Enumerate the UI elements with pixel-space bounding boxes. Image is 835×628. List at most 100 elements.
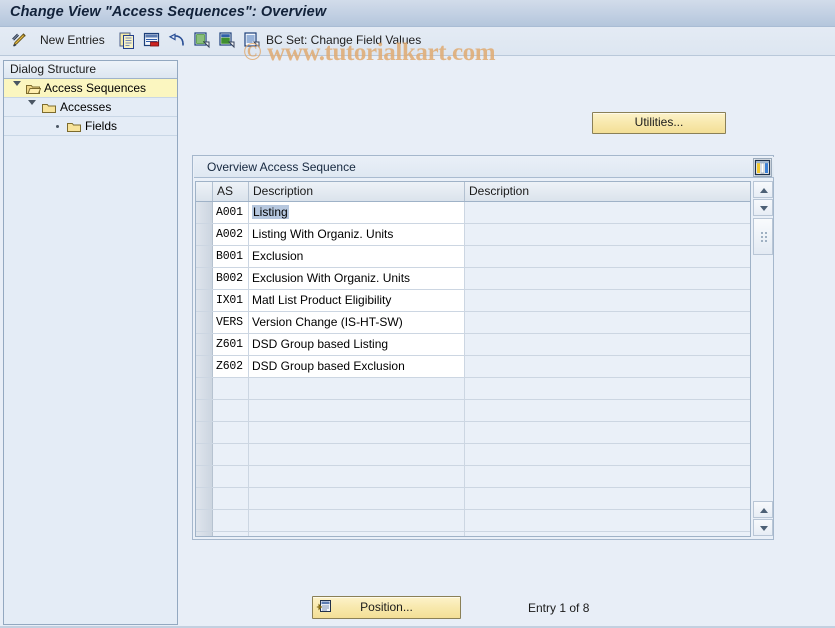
cell-as[interactable] <box>213 532 249 536</box>
table-row-empty[interactable] <box>196 510 750 532</box>
cell-description-1[interactable]: Listing <box>249 202 465 223</box>
cell-as[interactable]: IX01 <box>213 290 249 311</box>
cell-description-2[interactable] <box>465 202 750 223</box>
cell-description-2[interactable] <box>465 312 750 333</box>
undo-icon-button[interactable] <box>167 30 187 52</box>
cell-description-1[interactable] <box>249 466 465 487</box>
cell-description-2[interactable] <box>465 334 750 355</box>
bc-set-change-field-values-button[interactable]: BC Set: Change Field Values <box>266 33 421 47</box>
row-selector[interactable] <box>196 510 213 531</box>
cell-description-1[interactable]: Version Change (IS-HT-SW) <box>249 312 465 333</box>
cell-description-1[interactable]: Matl List Product Eligibility <box>249 290 465 311</box>
row-selector[interactable] <box>196 334 213 355</box>
new-entries-button[interactable]: New Entries <box>40 33 105 47</box>
row-selector[interactable] <box>196 378 213 399</box>
page-down-button[interactable] <box>753 519 773 536</box>
table-row[interactable]: A001 Listing <box>196 202 750 224</box>
table-row[interactable]: Z601 DSD Group based Listing <box>196 334 750 356</box>
cell-description-2[interactable] <box>465 268 750 289</box>
scroll-down-button[interactable] <box>753 199 773 216</box>
chevron-down-icon[interactable] <box>13 81 22 100</box>
table-row-empty[interactable] <box>196 422 750 444</box>
cell-description-1[interactable]: DSD Group based Exclusion <box>249 356 465 377</box>
row-selector[interactable] <box>196 356 213 377</box>
panel-splitter[interactable] <box>179 60 362 625</box>
cell-as[interactable] <box>213 488 249 509</box>
cell-description-1[interactable] <box>249 488 465 509</box>
column-header-as[interactable]: AS <box>213 182 249 201</box>
cell-description-1[interactable] <box>249 378 465 399</box>
table-row[interactable]: B002 Exclusion With Organiz. Units <box>196 268 750 290</box>
table-row[interactable]: Z602 DSD Group based Exclusion <box>196 356 750 378</box>
row-selector[interactable] <box>196 444 213 465</box>
row-selector[interactable] <box>196 224 213 245</box>
table-row[interactable]: A002 Listing With Organiz. Units <box>196 224 750 246</box>
row-select-header[interactable] <box>196 182 213 201</box>
cell-description-2[interactable] <box>465 356 750 377</box>
cell-description-1[interactable]: DSD Group based Listing <box>249 334 465 355</box>
table-row-empty[interactable] <box>196 378 750 400</box>
cell-as[interactable] <box>213 466 249 487</box>
cell-description-2[interactable] <box>465 488 750 509</box>
column-configuration-icon[interactable] <box>753 158 772 177</box>
cell-description-2[interactable] <box>465 400 750 421</box>
details-icon-button[interactable] <box>242 30 262 52</box>
table-row-empty[interactable] <box>196 466 750 488</box>
sidebar-item-fields[interactable]: Fields <box>4 117 177 136</box>
cell-as[interactable] <box>213 400 249 421</box>
position-button[interactable]: Position... <box>312 596 461 619</box>
cell-description-1[interactable] <box>249 444 465 465</box>
row-selector[interactable] <box>196 290 213 311</box>
display-change-button[interactable] <box>10 30 30 52</box>
cell-as[interactable] <box>213 444 249 465</box>
row-selector[interactable] <box>196 532 213 536</box>
column-header-description-1[interactable]: Description <box>249 182 465 201</box>
cell-description-2[interactable] <box>465 224 750 245</box>
row-selector[interactable] <box>196 246 213 267</box>
row-selector[interactable] <box>196 312 213 333</box>
table-vertical-scrollbar[interactable] <box>753 181 773 537</box>
cell-description-1[interactable] <box>249 400 465 421</box>
column-header-description-2[interactable]: Description <box>465 182 750 201</box>
cell-description-1[interactable]: Exclusion <box>249 246 465 267</box>
chevron-down-icon[interactable] <box>28 100 37 119</box>
row-selector[interactable] <box>196 268 213 289</box>
table-row[interactable]: VERS Version Change (IS-HT-SW) <box>196 312 750 334</box>
cell-description-2[interactable] <box>465 422 750 443</box>
cell-as[interactable] <box>213 510 249 531</box>
utilities-button[interactable]: Utilities... <box>592 112 726 134</box>
row-selector[interactable] <box>196 400 213 421</box>
cell-description-2[interactable] <box>465 466 750 487</box>
cell-as[interactable]: Z601 <box>213 334 249 355</box>
cell-description-2[interactable] <box>465 510 750 531</box>
cell-description-1[interactable]: Listing With Organiz. Units <box>249 224 465 245</box>
scroll-up-button[interactable] <box>753 181 773 198</box>
cell-description-1[interactable] <box>249 422 465 443</box>
delete-row-icon-button[interactable] <box>142 30 162 52</box>
cell-description-1[interactable] <box>249 532 465 536</box>
cell-description-2[interactable] <box>465 378 750 399</box>
cell-description-2[interactable] <box>465 290 750 311</box>
row-selector[interactable] <box>196 488 213 509</box>
deselect-all-icon-button[interactable] <box>217 30 237 52</box>
cell-as[interactable]: VERS <box>213 312 249 333</box>
table-row[interactable]: IX01 Matl List Product Eligibility <box>196 290 750 312</box>
cell-description-1[interactable] <box>249 510 465 531</box>
select-all-icon-button[interactable] <box>192 30 212 52</box>
table-row-empty[interactable] <box>196 488 750 510</box>
table-row[interactable]: B001 Exclusion <box>196 246 750 268</box>
table-row-empty[interactable] <box>196 532 750 536</box>
page-up-button[interactable] <box>753 501 773 518</box>
cell-description-2[interactable] <box>465 444 750 465</box>
row-selector[interactable] <box>196 466 213 487</box>
cell-as[interactable]: A001 <box>213 202 249 223</box>
cell-as[interactable] <box>213 378 249 399</box>
cell-description-2[interactable] <box>465 532 750 536</box>
sidebar-item-access-sequences[interactable]: Access Sequences <box>4 79 177 100</box>
table-row-empty[interactable] <box>196 400 750 422</box>
cell-as[interactable]: Z602 <box>213 356 249 377</box>
cell-as[interactable] <box>213 422 249 443</box>
access-sequence-table[interactable]: AS Description Description A001 Listing … <box>195 181 751 537</box>
cell-description-2[interactable] <box>465 246 750 267</box>
copy-as-icon-button[interactable] <box>117 30 137 52</box>
